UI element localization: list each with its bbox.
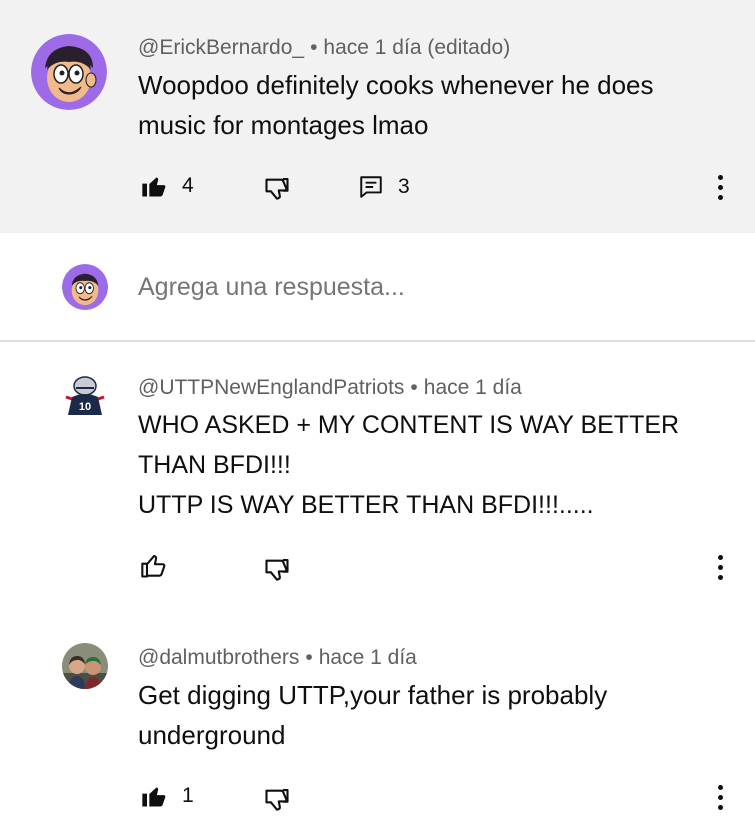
comment-line: music for montages lmao	[138, 110, 429, 140]
more-options-icon[interactable]	[710, 172, 730, 202]
meta-separator: •	[305, 646, 313, 669]
reply-row: Agrega una respuesta...	[0, 233, 755, 341]
like-button[interactable]: 1	[140, 782, 194, 810]
avatar[interactable]	[31, 34, 107, 110]
comment-line: Woopdoo definitely cooks whenever he doe…	[138, 70, 654, 100]
reply-count: 3	[398, 175, 410, 198]
thumbs-down-icon	[265, 789, 289, 811]
comment-meta: @dalmutbrothers • hace 1 día	[138, 646, 417, 670]
comment-text: WHO ASKED + MY CONTENT IS WAY BETTER THA…	[138, 405, 718, 525]
thumbs-up-filled-icon	[142, 177, 166, 197]
comment-time[interactable]: hace 1 día	[319, 646, 417, 669]
meta-separator: •	[410, 376, 418, 399]
comment-line: underground	[138, 720, 286, 750]
thumbs-down-icon	[265, 178, 289, 200]
comment-meta: @ErickBernardo_ • hace 1 día (editado)	[138, 36, 510, 60]
thumbs-up-icon	[141, 555, 166, 578]
like-count: 4	[182, 174, 194, 197]
like-button[interactable]: 4	[140, 172, 194, 200]
comment-author[interactable]: @ErickBernardo_	[138, 36, 304, 59]
avatar[interactable]	[62, 643, 108, 689]
thumbs-up-filled-icon	[142, 787, 166, 807]
cartoon-face-avatar-icon	[31, 34, 107, 110]
reply-input[interactable]: Agrega una respuesta...	[138, 273, 405, 302]
svg-text:10: 10	[79, 401, 91, 413]
more-options-icon[interactable]	[710, 782, 730, 812]
comment-line: THAN BFDI!!!	[138, 451, 291, 479]
comment-line: WHO ASKED + MY CONTENT IS WAY BETTER	[138, 411, 680, 439]
like-count: 1	[182, 784, 194, 807]
reply-count-button[interactable]: 3	[358, 174, 410, 200]
dislike-button[interactable]	[263, 786, 291, 814]
football-player-avatar-icon: 10	[62, 373, 108, 419]
comment-text: Woopdoo definitely cooks whenever he doe…	[138, 65, 718, 145]
highlighted-comment: @ErickBernardo_ • hace 1 día (editado) Woo…	[0, 0, 755, 233]
avatar	[62, 264, 108, 310]
comment-line: UTTP IS WAY BETTER THAN BFDI!!!.....	[138, 491, 594, 519]
comment-text: Get digging UTTP,your father is probably…	[138, 675, 718, 755]
meta-separator: •	[310, 36, 318, 59]
dislike-button[interactable]	[263, 556, 291, 584]
like-button[interactable]	[140, 552, 182, 580]
more-options-icon[interactable]	[710, 552, 730, 582]
comment-time[interactable]: hace 1 día	[424, 376, 522, 399]
comment-author[interactable]: @dalmutbrothers	[138, 646, 299, 669]
avatar[interactable]: 10	[62, 373, 108, 419]
cartoon-face-avatar-icon	[62, 264, 108, 310]
thumbs-down-icon	[265, 559, 289, 581]
comment-line: Get digging UTTP,your father is probably	[138, 680, 608, 710]
two-people-photo-avatar-icon	[62, 643, 108, 689]
comment-icon	[360, 176, 382, 198]
comment-meta: @UTTPNewEnglandPatriots • hace 1 día	[138, 376, 522, 400]
reply-divider	[0, 340, 755, 342]
dislike-button[interactable]	[263, 175, 291, 203]
comment-time[interactable]: hace 1 día (editado)	[323, 36, 510, 59]
comment-author[interactable]: @UTTPNewEnglandPatriots	[138, 376, 404, 399]
